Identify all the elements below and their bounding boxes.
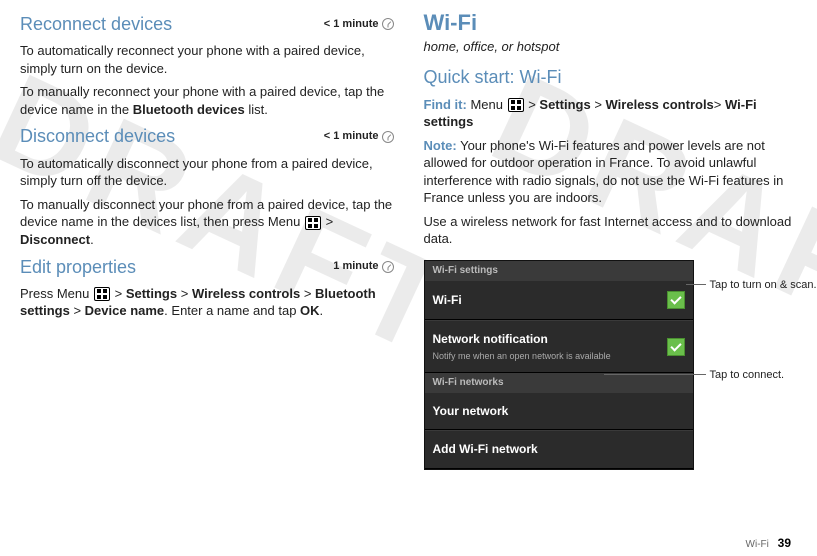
text-bold: Bluetooth devices [133,102,245,117]
timing-text: 1 minute [333,259,378,274]
heading-reconnect: Reconnect devices < 1 minute [20,12,394,36]
phone-row-wifi[interactable]: Wi-Fi [425,280,693,320]
text: > [300,286,315,301]
heading-quickstart: Quick start: Wi-Fi [424,65,798,89]
checkbox-icon[interactable] [667,338,685,356]
paragraph: Press Menu > Settings > Wireless control… [20,285,394,320]
text: > [70,303,85,318]
text: list. [245,102,268,117]
phone-row-notification[interactable]: Network notification Notify me when an o… [425,320,693,372]
timing-badge: < 1 minute [324,17,394,32]
heading-text: Reconnect devices [20,12,172,36]
text: Press Menu [20,286,93,301]
heading-text: Disconnect devices [20,124,175,148]
menu-icon [508,98,524,112]
text: To manually disconnect your phone from a… [20,197,392,230]
row-title: Network notification [433,331,667,347]
left-column: Reconnect devices < 1 minute To automati… [20,8,394,470]
heading-text: Quick start: Wi-Fi [424,65,562,89]
page-number: 39 [778,536,791,550]
find-it-label: Find it: [424,97,467,112]
paragraph: Note: Your phone's Wi-Fi features and po… [424,137,798,207]
paragraph: To manually disconnect your phone from a… [20,196,394,249]
paragraph: To automatically disconnect your phone f… [20,155,394,190]
checkbox-icon[interactable] [667,291,685,309]
menu-icon [94,287,110,301]
footer-section: Wi-Fi [746,539,769,550]
text: Menu [467,97,507,112]
text: > [525,97,540,112]
text-bold: Device name [85,303,165,318]
phone-header: Wi-Fi settings [425,261,693,281]
phone-row-add-network[interactable]: Add Wi-Fi network [425,430,693,468]
timing-badge: < 1 minute [324,129,394,144]
text: . Enter a name and tap [164,303,300,318]
page-title: Wi-Fi [424,8,798,38]
text-bold: Wireless controls [606,97,714,112]
phone-row-your-network[interactable]: Your network [425,392,693,430]
row-title: Wi-Fi [433,292,667,308]
timing-text: < 1 minute [324,129,379,144]
phone-screenshot-wrap: Wi-Fi settings Wi-Fi Network notificatio… [424,254,694,470]
callout-line [604,374,706,375]
right-column: Wi-Fi home, office, or hotspot Quick sta… [424,8,798,470]
page-footer: Wi-Fi 39 [746,536,791,550]
clock-icon [382,261,394,273]
menu-icon [305,216,321,230]
text-bold: OK [300,303,320,318]
heading-edit: Edit properties 1 minute [20,255,394,279]
note-label: Note: [424,138,457,153]
paragraph: To automatically reconnect your phone wi… [20,42,394,77]
row-title: Add Wi-Fi network [433,441,685,457]
heading-text: Edit properties [20,255,136,279]
page-subtitle: home, office, or hotspot [424,38,798,56]
callout-connect: Tap to connect. [710,368,785,383]
text: > [322,214,333,229]
paragraph: Find it: Menu > Settings > Wireless cont… [424,96,798,131]
text-bold: Settings [126,286,177,301]
callout-turn-on: Tap to turn on & scan. [710,278,817,293]
text: > [714,97,725,112]
text: > [177,286,192,301]
clock-icon [382,131,394,143]
paragraph: To manually reconnect your phone with a … [20,83,394,118]
text: > [111,286,126,301]
text: . [320,303,324,318]
text-bold: Settings [539,97,590,112]
text: > [591,97,606,112]
phone-screenshot: Wi-Fi settings Wi-Fi Network notificatio… [424,260,694,470]
phone-subheader: Wi-Fi networks [425,373,693,393]
timing-text: < 1 minute [324,17,379,32]
heading-disconnect: Disconnect devices < 1 minute [20,124,394,148]
text-bold: Disconnect [20,232,90,247]
clock-icon [382,18,394,30]
text-bold: Wireless controls [192,286,300,301]
row-subtitle: Notify me when an open network is availa… [433,350,667,362]
paragraph: Use a wireless network for fast Internet… [424,213,798,248]
callout-line [686,284,706,285]
row-title: Your network [433,403,685,419]
text: . [90,232,94,247]
timing-badge: 1 minute [333,259,393,274]
text: Your phone's Wi-Fi features and power le… [424,138,784,206]
